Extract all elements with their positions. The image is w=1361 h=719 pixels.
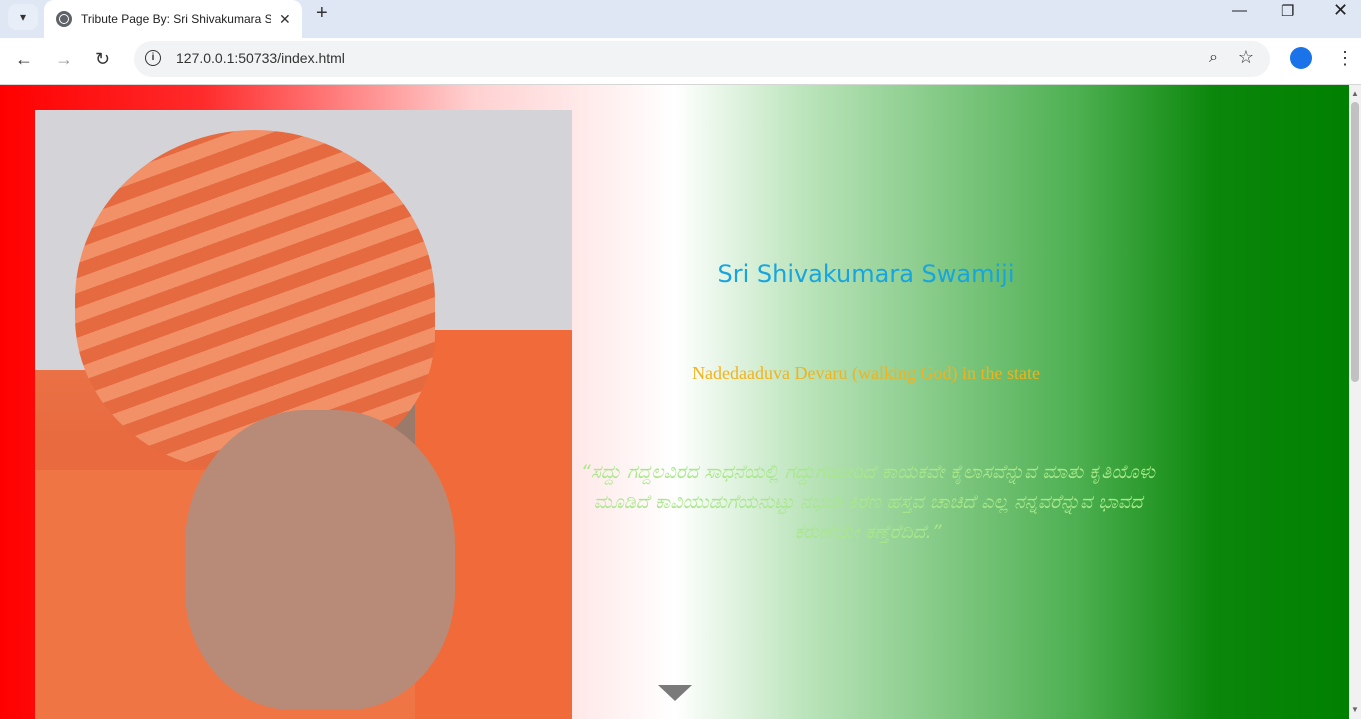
browser-tab[interactable]: Tribute Page By: Sri Shivakumara Swamiji…: [44, 0, 302, 38]
restore-button[interactable]: ❐: [1281, 2, 1294, 22]
tab-search-icon[interactable]: ▾: [8, 4, 38, 30]
url-text[interactable]: 127.0.0.1:50733/index.html: [176, 50, 345, 66]
site-info-icon[interactable]: i: [145, 50, 161, 66]
tribute-quote: “ಸದ್ದು ಗದ್ದಲವಿರದ ಸಾಧನೆಯಲ್ಲಿ ಗದ್ದುಗೆಯೇರಿದ…: [580, 461, 1156, 543]
forward-button[interactable]: →: [55, 49, 73, 70]
reload-button[interactable]: ↻: [95, 49, 110, 70]
scroll-up-icon[interactable]: ▲: [1351, 89, 1359, 98]
bookmark-star-icon[interactable]: ☆: [1238, 47, 1254, 68]
scroll-down-icon[interactable]: ▼: [1351, 705, 1359, 714]
zoom-icon[interactable]: ⌕: [1209, 49, 1218, 67]
scroll-down-arrow-icon[interactable]: [658, 685, 692, 701]
minimize-button[interactable]: —: [1232, 2, 1247, 22]
browser-menu-icon[interactable]: ⋮: [1336, 48, 1354, 69]
close-tab-icon[interactable]: ✕: [279, 11, 291, 28]
tribute-portrait-image: [35, 110, 572, 719]
back-button[interactable]: ←: [15, 49, 33, 70]
tab-title: Tribute Page By: Sri Shivakumara Swamiji: [81, 12, 271, 26]
new-tab-button[interactable]: +: [316, 2, 328, 25]
close-window-button[interactable]: ✕: [1333, 0, 1348, 20]
page-scrollbar[interactable]: ▲ ▼: [1349, 85, 1361, 719]
browser-tab-strip: ▾ Tribute Page By: Sri Shivakumara Swami…: [0, 0, 1361, 38]
page-content: Sri Shivakumara Swamiji Nadedaaduva Deva…: [0, 85, 1349, 719]
profile-avatar-icon[interactable]: [1290, 47, 1312, 69]
globe-icon: [56, 11, 72, 27]
page-subtitle: Nadedaaduva Devaru (walking God) in the …: [692, 363, 1040, 383]
scrollbar-thumb[interactable]: [1351, 102, 1359, 382]
page-title: Sri Shivakumara Swamiji: [717, 260, 1015, 288]
browser-toolbar: ← → ↻ i 127.0.0.1:50733/index.html ⌕ ☆ ⋮: [0, 38, 1361, 85]
address-bar[interactable]: i 127.0.0.1:50733/index.html ⌕ ☆: [134, 41, 1270, 77]
